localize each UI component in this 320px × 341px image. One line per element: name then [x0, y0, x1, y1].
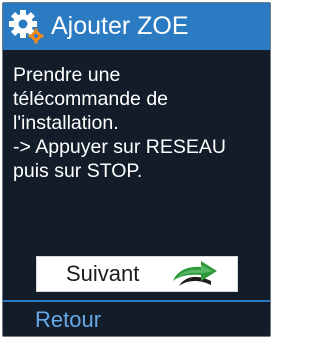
next-button[interactable]: Suivant	[36, 256, 238, 292]
instruction-line: Prendre une	[13, 64, 121, 86]
divider	[3, 300, 270, 302]
instruction-line: -> Appuyer sur RESEAU	[13, 136, 226, 158]
back-button[interactable]: Retour	[35, 307, 101, 333]
instructions-text: Prendre une télécommande de l'installati…	[13, 63, 263, 183]
instruction-line: télécommande de	[13, 88, 169, 110]
next-button-label: Suivant	[66, 261, 140, 286]
gear-icon	[9, 9, 45, 45]
instruction-line: puis sur STOP.	[13, 160, 143, 182]
screen: Ajouter ZOE Prendre une télécommande de …	[2, 2, 271, 337]
page-title: Ajouter ZOE	[51, 12, 189, 40]
next-arrow-icon	[167, 259, 223, 289]
title-bar: Ajouter ZOE	[3, 3, 270, 50]
instruction-line: l'installation.	[13, 112, 119, 134]
